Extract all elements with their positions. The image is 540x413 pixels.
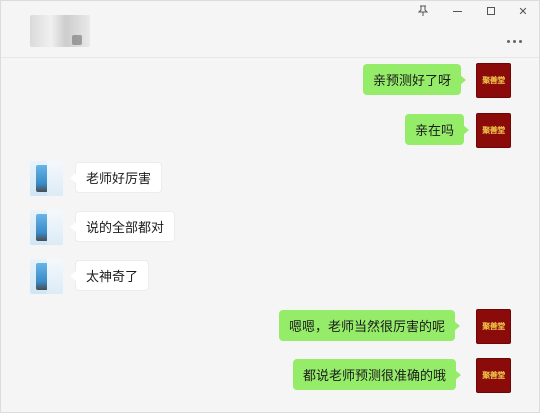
message-bubble-incoming: 老师好厉害 [69, 162, 163, 193]
contact-name-blurred [30, 15, 90, 47]
message-bubble-outgoing: 亲预测好了呀 [363, 64, 467, 95]
contact-avatar[interactable] [30, 161, 63, 196]
more-dots-icon[interactable] [507, 37, 527, 45]
self-avatar[interactable]: 聚善堂 [476, 309, 511, 344]
self-avatar[interactable]: 聚善堂 [476, 113, 511, 148]
pin-icon[interactable] [414, 3, 432, 19]
close-icon[interactable]: ✕ [514, 3, 532, 19]
minimize-icon[interactable] [448, 3, 466, 19]
contact-avatar[interactable] [30, 259, 63, 294]
self-avatar[interactable]: 聚善堂 [476, 358, 511, 393]
contact-avatar[interactable] [30, 210, 63, 245]
message-bubble-outgoing: 亲在吗 [405, 114, 470, 145]
message-bubble-incoming: 太神奇了 [69, 260, 150, 291]
message-bubble-outgoing: 都说老师预测很准确的哦 [293, 359, 462, 390]
message-bubble-incoming: 说的全部都对 [69, 211, 176, 242]
maximize-icon[interactable] [482, 3, 500, 19]
message-bubble-outgoing: 嗯嗯，老师当然很厉害的呢 [279, 310, 461, 341]
chat-header: ✕ [1, 1, 539, 58]
self-avatar[interactable]: 聚善堂 [476, 63, 511, 98]
chat-window: ✕ 亲预测好了呀 聚善堂 亲在吗 聚善堂 老师好厉害 说的全部都对 太神奇了 嗯… [0, 0, 540, 413]
